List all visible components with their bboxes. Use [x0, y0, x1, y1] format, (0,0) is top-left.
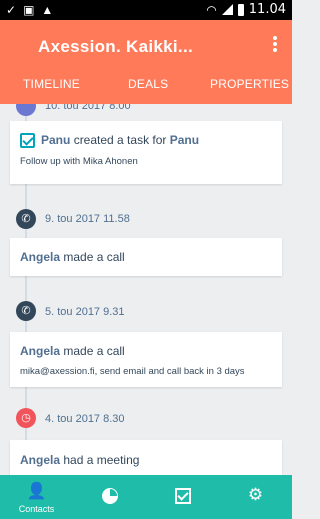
actor-name: Angela [20, 344, 61, 358]
timeline-card[interactable]: Angela made a call [10, 238, 282, 276]
check-icon: ✓ [6, 3, 17, 17]
warning-icon: ▲ [41, 3, 54, 17]
nav-contacts[interactable]: 👤 Contacts [0, 475, 73, 519]
nav-tasks[interactable] [146, 475, 219, 519]
timeline-date: 4. tou 2017 8.30 [45, 413, 125, 425]
reports-pie-icon [101, 488, 118, 504]
timeline-date: 10. tou 2017 8.00 [45, 104, 131, 112]
contacts-icon: 👤 [26, 483, 47, 500]
meeting-clock-icon: ◷ [16, 408, 36, 428]
settings-gear-icon: ⚙ [247, 485, 264, 504]
page-title: Axession. Kaikki... [38, 37, 193, 56]
status-bar: ✓ ▣ ▲ ◠ 11.04 [0, 0, 292, 20]
battery-icon [237, 3, 244, 16]
timeline-feed[interactable]: 10. tou 2017 8.00 Panu created a task fo… [0, 104, 292, 475]
wifi-icon: ◠ [206, 2, 217, 17]
card-detail: mika@axession.fi, send email and call ba… [20, 366, 245, 377]
signal-icon [221, 4, 233, 15]
overflow-menu-icon[interactable] [272, 34, 278, 54]
timeline-card[interactable]: Angela had a meeting [10, 440, 282, 475]
phone-icon: ✆ [16, 209, 36, 229]
clock-time: 11.04 [248, 2, 286, 17]
timeline-card[interactable]: Panu created a task for Panu Follow up w… [10, 121, 282, 184]
app-header: Axession. Kaikki... TIMELINE DEALS PROPE… [0, 20, 292, 104]
image-icon: ▣ [23, 3, 35, 17]
actor-name: Panu [41, 133, 71, 147]
actor-name: Angela [20, 250, 61, 264]
nav-label: Contacts [18, 504, 55, 514]
tab-deals[interactable]: DEALS [128, 77, 168, 91]
timeline-date: 5. tou 2017 9.31 [45, 306, 125, 318]
task-checkbox[interactable] [20, 133, 35, 149]
nav-reports[interactable] [73, 475, 146, 519]
timeline-card[interactable]: Angela made a call mika@axession.fi, sen… [10, 332, 282, 387]
tasks-check-icon [174, 488, 191, 504]
nav-settings[interactable]: ⚙ [219, 475, 292, 519]
tab-bar: TIMELINE DEALS PROPERTIES [0, 77, 292, 99]
phone-icon: ✆ [16, 301, 36, 321]
task-icon [16, 104, 36, 116]
timeline-date: 9. tou 2017 11.58 [45, 213, 130, 225]
actor-name: Angela [20, 453, 61, 467]
card-detail: Follow up with Mika Ahonen [20, 156, 138, 168]
bottom-nav: 👤 Contacts ⚙ [0, 475, 292, 519]
tab-properties[interactable]: PROPERTIES [210, 77, 289, 91]
target-name: Panu [169, 133, 200, 147]
tab-timeline[interactable]: TIMELINE [23, 77, 80, 91]
